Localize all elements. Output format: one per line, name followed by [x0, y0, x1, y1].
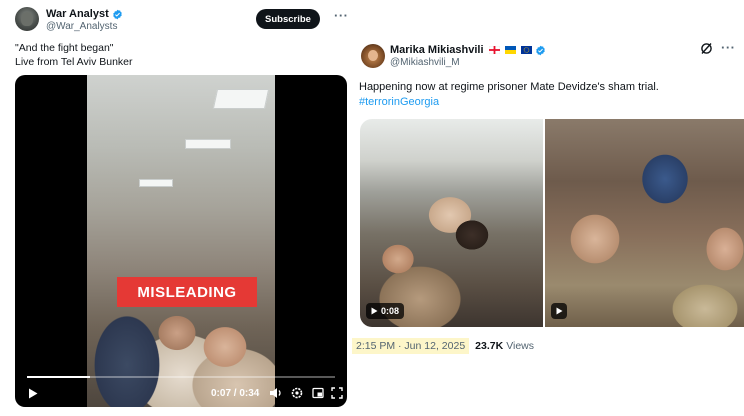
- video-duration: 0:08: [381, 306, 400, 316]
- right-video-left[interactable]: 0:08: [360, 119, 543, 327]
- fullscreen-icon[interactable]: [329, 385, 345, 401]
- video-progress-fill: [27, 376, 91, 378]
- right-video-right[interactable]: [545, 119, 744, 327]
- left-post: War Analyst @War_Analysts Subscribe ··· …: [8, 0, 356, 416]
- post-timestamp[interactable]: 2:15 PM · Jun 12, 2025: [352, 338, 470, 354]
- ceiling-light: [139, 179, 173, 187]
- pip-icon[interactable]: [310, 385, 326, 401]
- ceiling-light: [185, 139, 231, 149]
- ceiling-light: [212, 89, 270, 109]
- left-display-name[interactable]: War Analyst: [46, 8, 109, 20]
- play-icon[interactable]: [25, 385, 41, 401]
- subscribe-button[interactable]: Subscribe: [256, 9, 320, 29]
- left-post-text-line2: Live from Tel Aviv Bunker: [15, 56, 133, 68]
- verified-icon: [535, 45, 545, 55]
- right-post-text: Happening now at regime prisoner Mate De…: [359, 81, 659, 93]
- right-post: Marika Mikiashvili @Mikiashvili_M ··· Ha…: [352, 30, 744, 370]
- post-meta: 2:15 PM · Jun 12, 2025 23.7K Views: [352, 337, 534, 355]
- video-progress-bar[interactable]: [27, 376, 335, 378]
- left-handle[interactable]: @War_Analysts: [46, 21, 117, 32]
- left-video-player[interactable]: MISLEADING 0:07 / 0:34: [15, 75, 347, 407]
- right-display-name[interactable]: Marika Mikiashvili: [390, 44, 484, 56]
- volume-icon[interactable]: [267, 385, 283, 401]
- right-name-line: Marika Mikiashvili: [390, 44, 546, 56]
- misleading-badge: MISLEADING: [117, 277, 257, 307]
- views-count: 23.7K: [475, 340, 504, 352]
- right-avatar[interactable]: [361, 44, 385, 68]
- more-icon[interactable]: ···: [721, 40, 736, 55]
- duration-badge: 0:08: [366, 303, 405, 319]
- left-avatar[interactable]: [15, 7, 39, 31]
- left-post-text-line1: "And the fight began": [15, 42, 114, 54]
- ukraine-flag-icon: [504, 46, 516, 54]
- more-icon[interactable]: ···: [334, 8, 349, 23]
- play-icon: [551, 303, 567, 319]
- verified-icon: [112, 9, 122, 19]
- media-grid: 0:08: [360, 119, 744, 327]
- grok-icon[interactable]: [700, 42, 714, 56]
- play-icon: [371, 307, 378, 315]
- right-handle[interactable]: @Mikiashvili_M: [390, 57, 460, 68]
- left-name-line: War Analyst: [46, 8, 123, 20]
- georgia-flag-icon: [488, 46, 500, 54]
- video-controls: 0:07 / 0:34: [15, 381, 347, 405]
- views-label: Views: [506, 340, 535, 352]
- settings-icon[interactable]: [289, 385, 305, 401]
- hashtag-link[interactable]: #terrorinGeorgia: [359, 95, 439, 109]
- left-video-frame-image: [87, 75, 275, 407]
- video-time: 0:07 / 0:34: [211, 388, 260, 399]
- eu-flag-icon: [520, 46, 532, 54]
